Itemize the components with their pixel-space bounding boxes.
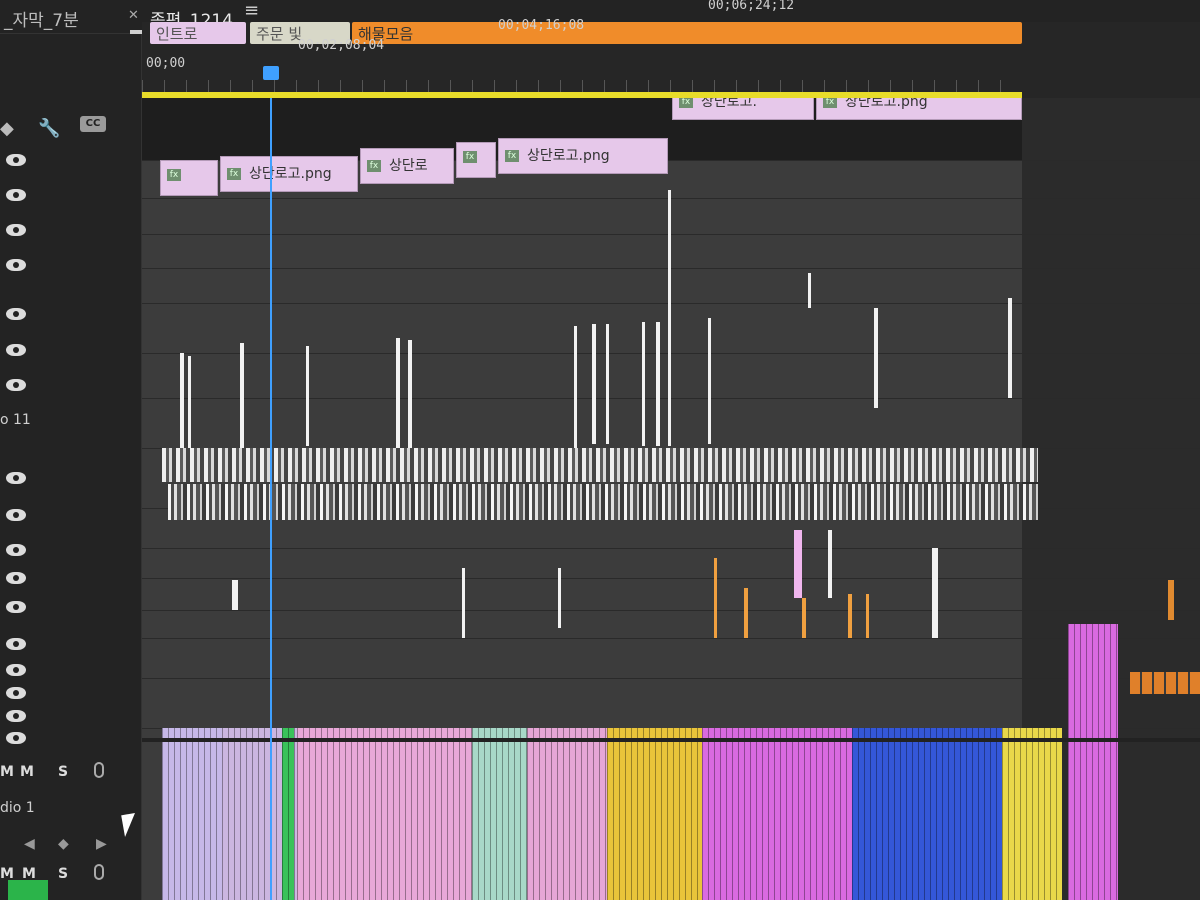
audio-clip[interactable] xyxy=(527,728,607,900)
time-ruler[interactable]: 인트로 주문 빛 해물모음 00;00 00;02;08;04 00;04;16… xyxy=(142,0,1200,98)
track-label-video11: o 11 xyxy=(0,412,31,428)
eye-icon[interactable] xyxy=(6,259,26,271)
eye-icon[interactable] xyxy=(6,308,26,320)
solo-button[interactable]: S xyxy=(58,866,68,882)
eye-icon[interactable] xyxy=(6,344,26,356)
fx-badge-icon: fx xyxy=(367,160,381,172)
eye-icon[interactable] xyxy=(6,710,26,722)
audio-clip[interactable] xyxy=(702,728,852,900)
eye-icon[interactable] xyxy=(6,732,26,744)
track-label-audio1: dio 1 xyxy=(0,800,35,816)
marker-seafood[interactable]: 해물모음 xyxy=(352,22,1022,44)
eye-icon[interactable] xyxy=(6,544,26,556)
fx-badge-icon: fx xyxy=(227,168,241,180)
eye-icon[interactable] xyxy=(6,472,26,484)
eye-icon[interactable] xyxy=(6,189,26,201)
timecode-label: 00;06;24;12 xyxy=(708,0,795,13)
eye-icon[interactable] xyxy=(6,154,26,166)
clip-logo[interactable]: fx 상단로고.png xyxy=(220,156,358,192)
video-clip-band[interactable] xyxy=(162,448,1038,482)
eye-icon[interactable] xyxy=(6,638,26,650)
clip-logo[interactable]: fx xyxy=(160,160,218,196)
fx-badge-icon: fx xyxy=(679,98,693,108)
audio-clip[interactable] xyxy=(852,728,1002,900)
timecode-label: 00;04;16;08 xyxy=(498,18,585,33)
audio-clip[interactable] xyxy=(1002,728,1062,900)
clip-logo[interactable]: fx 상단로고.png xyxy=(816,98,1022,120)
add-keyframe-icon[interactable]: ◆ xyxy=(58,836,69,852)
timecode-label: 00;00 xyxy=(146,56,186,71)
eye-icon[interactable] xyxy=(6,664,26,676)
close-icon[interactable]: ✕ xyxy=(128,8,139,23)
marker-intro[interactable]: 인트로 xyxy=(150,22,246,44)
playhead-handle[interactable] xyxy=(263,66,279,80)
audio-tracks[interactable] xyxy=(162,728,1062,900)
eye-icon[interactable] xyxy=(6,687,26,699)
marker-icon[interactable]: ◆ xyxy=(0,118,14,139)
eye-icon[interactable] xyxy=(6,601,26,613)
fx-badge-icon: fx xyxy=(823,98,837,108)
audio-clip[interactable] xyxy=(297,728,472,900)
clip-logo[interactable]: fx 상단로고. xyxy=(672,98,814,120)
fx-badge-icon: fx xyxy=(463,151,477,163)
timeline-tracks[interactable]: fx 상단로고. fx 상단로고.png fx fx 상단로고.png fx 상단로 f… xyxy=(142,98,1200,900)
audio-clip[interactable] xyxy=(472,728,527,900)
audio-clip[interactable] xyxy=(162,728,222,900)
clip-logo[interactable]: fx 상단로고.png xyxy=(498,138,668,174)
eye-icon[interactable] xyxy=(6,379,26,391)
eye-icon[interactable] xyxy=(6,509,26,521)
clip-logo[interactable]: fx 상단로 xyxy=(360,148,454,184)
wrench-icon[interactable]: 🔧 xyxy=(38,118,60,139)
eye-icon[interactable] xyxy=(6,572,26,584)
track-color-swatch xyxy=(8,880,48,900)
mute-button[interactable]: M xyxy=(20,764,34,780)
fx-badge-icon: fx xyxy=(167,169,181,181)
eye-icon[interactable] xyxy=(6,224,26,236)
panel-menu-icon[interactable]: ≡ xyxy=(244,0,259,21)
next-keyframe-icon[interactable]: ▶ xyxy=(96,836,107,852)
mute-button[interactable]: M xyxy=(0,764,14,780)
clip-logo[interactable]: fx xyxy=(456,142,496,178)
captions-button[interactable]: CC xyxy=(80,116,106,132)
audio-clip[interactable] xyxy=(607,728,702,900)
video-clip-band[interactable] xyxy=(168,484,1038,520)
track-header-panel: ◆ 🔧 CC o 11 M M S dio 1 ◀ ◆ ▶ M M S xyxy=(0,34,142,900)
fx-badge-icon: fx xyxy=(505,150,519,162)
microphone-icon[interactable] xyxy=(94,864,104,880)
audio-clip[interactable] xyxy=(282,728,294,900)
timecode-label: 00;02;08;04 xyxy=(298,38,385,53)
microphone-icon[interactable] xyxy=(94,762,104,778)
previous-keyframe-icon[interactable]: ◀ xyxy=(24,836,35,852)
playhead-line[interactable] xyxy=(270,98,272,900)
solo-button[interactable]: S xyxy=(58,764,68,780)
ruler-ticks xyxy=(142,80,1022,92)
tab-sequence-subtitles[interactable]: _자막_7분 xyxy=(4,6,79,31)
audio-clip[interactable] xyxy=(1068,624,1118,900)
